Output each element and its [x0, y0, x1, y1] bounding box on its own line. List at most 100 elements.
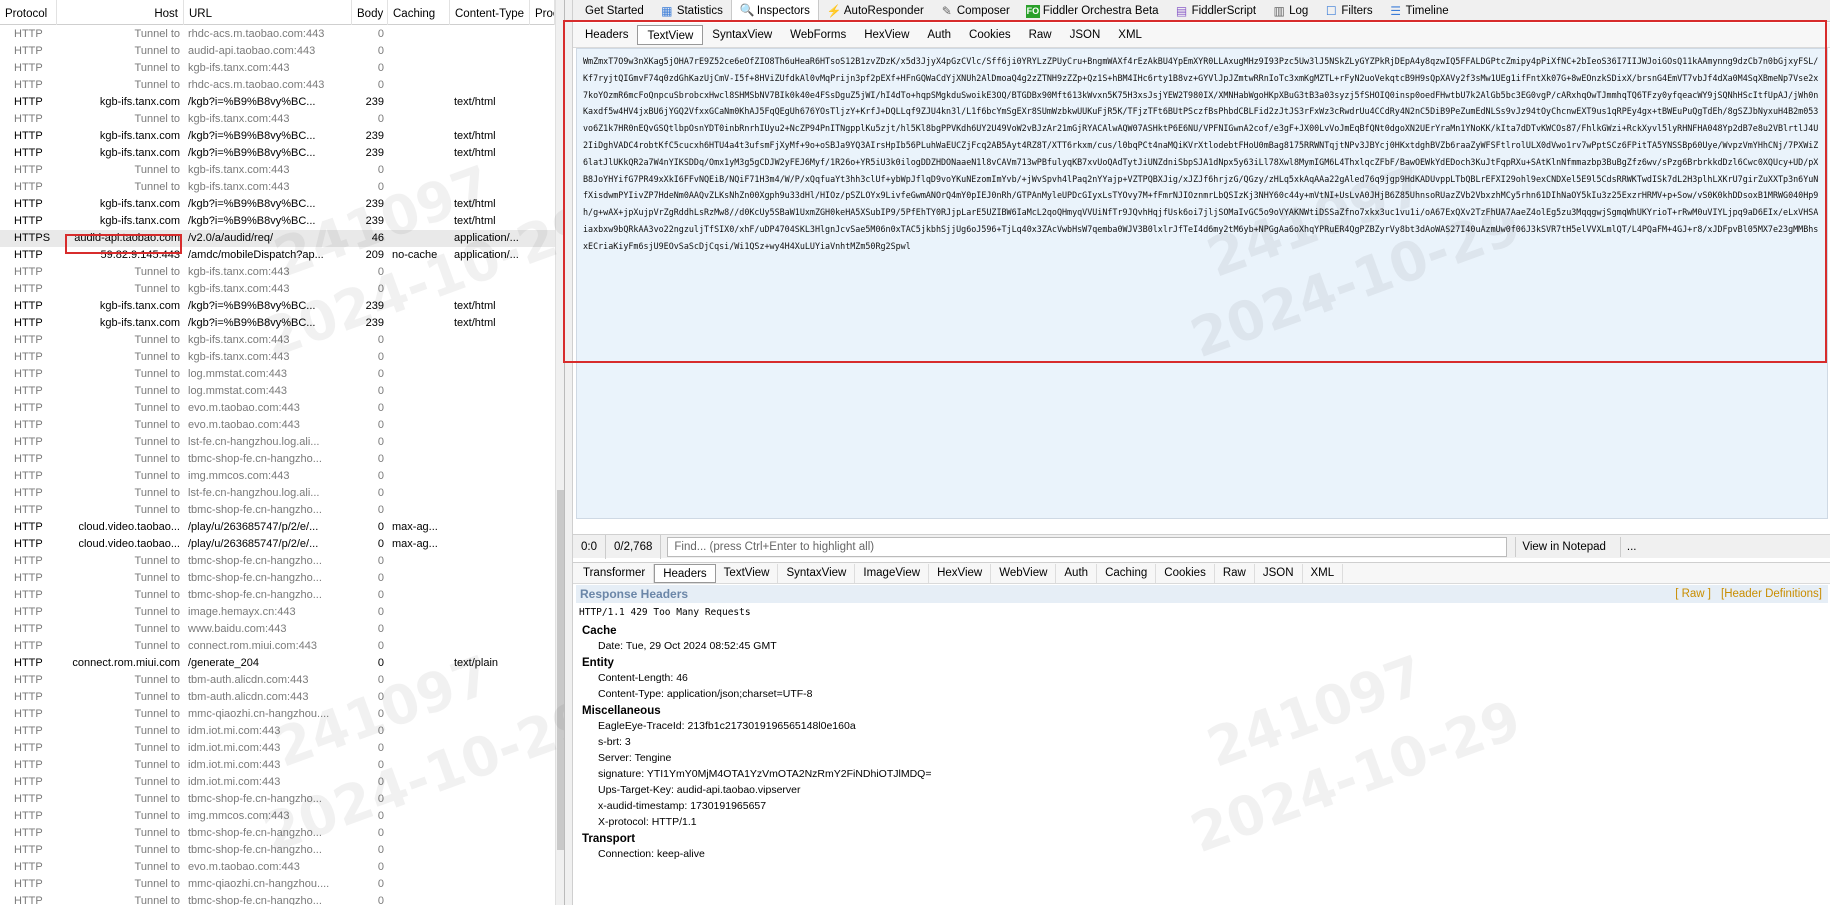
session-row[interactable]: HTTP kgb-ifs.tanx.com/kgb?i=%B9%B8vy%BC..… [0, 94, 555, 111]
response-tab-hexview[interactable]: HexView [929, 563, 992, 583]
response-tab-textview[interactable]: TextView [716, 563, 779, 583]
header-entry[interactable]: Date: Tue, 29 Oct 2024 08:52:45 GMT [576, 638, 1828, 654]
session-row[interactable]: HTTP cloud.video.taobao... /play/u/2636857… [0, 519, 555, 536]
session-row[interactable]: HTTP Tunnel to kgb-ifs.tanx.com:443 0 [0, 332, 555, 349]
column-header-proc[interactable]: Proc [530, 0, 555, 25]
session-row[interactable]: HTTP Tunnel to kgb-ifs.tanx.com:443 0 [0, 60, 555, 77]
session-row[interactable]: HTTP Tunnel to kgb-ifs.tanx.com:443 0 [0, 281, 555, 298]
session-row[interactable]: HTTP Tunnel to tbmc-shop-fe.cn-hangzho... 0 [0, 553, 555, 570]
session-row[interactable]: HTTP Tunnel to log.mmstat.com:443 0 [0, 383, 555, 400]
response-tab-webview[interactable]: WebView [991, 563, 1057, 583]
session-row[interactable]: HTTP Tunnel to idm.iot.mi.com:443 0 [0, 740, 555, 757]
request-tab-raw[interactable]: Raw [1020, 25, 1061, 45]
response-tab-syntaxview[interactable]: SyntaxView [778, 563, 856, 583]
header-group-title[interactable]: Entity [576, 654, 1828, 670]
tab-autoresponder[interactable]: ⚡ AutoResponder [819, 1, 932, 21]
session-row[interactable]: HTTP kgb-ifs.tanx.com/kgb?i=%B9%B8vy%BC..… [0, 213, 555, 230]
header-definitions-link[interactable]: [Header Definitions] [1721, 588, 1822, 600]
request-tab-webforms[interactable]: WebForms [781, 25, 855, 45]
session-row[interactable]: HTTP Tunnel to kgb-ifs.tanx.com:443 0 [0, 349, 555, 366]
session-row[interactable]: HTTP Tunnel to tbm-auth.alicdn.com:443 0 [0, 672, 555, 689]
session-row[interactable]: HTTP Tunnel to tbmc-shop-fe.cn-hangzho... 0 [0, 502, 555, 519]
session-row[interactable]: HTTP Tunnel to img.mmcos.com:443 0 [0, 468, 555, 485]
tab-composer[interactable]: ✎ Composer [932, 1, 1018, 21]
tab-log[interactable]: ▥ Log [1264, 1, 1316, 21]
header-entry[interactable]: Ups-Target-Key: audid-api.taobao.vipserv… [576, 782, 1828, 798]
session-row[interactable]: HTTP Tunnel to www.baidu.com:443 0 [0, 621, 555, 638]
session-list-scrollbar[interactable] [555, 0, 564, 905]
column-header-caching[interactable]: Caching [388, 0, 450, 25]
response-tab-cookies[interactable]: Cookies [1156, 563, 1215, 583]
session-row[interactable]: HTTP Tunnel to tbmc-shop-fe.cn-hangzho... 0 [0, 791, 555, 808]
header-group-title[interactable]: Miscellaneous [576, 702, 1828, 718]
column-header-host[interactable]: Host [57, 0, 184, 25]
session-row[interactable]: HTTP Tunnel to kgb-ifs.tanx.com:443 0 [0, 179, 555, 196]
session-row[interactable]: HTTP Tunnel to tbmc-shop-fe.cn-hangzho... 0 [0, 587, 555, 604]
session-row[interactable]: HTTP kgb-ifs.tanx.com/kgb?i=%B9%B8vy%BC..… [0, 315, 555, 332]
column-header-content-type[interactable]: Content-Type [450, 0, 530, 25]
session-row[interactable]: HTTP kgb-ifs.tanx.com/kgb?i=%B9%B8vy%BC..… [0, 145, 555, 162]
request-textview[interactable]: WmZmxT7O9w3nXKag5jOHA7rE9Z52ce6eOfZIO8Th… [576, 48, 1828, 519]
header-entry[interactable]: s-brt: 3 [576, 734, 1828, 750]
response-tab-xml[interactable]: XML [1303, 563, 1344, 583]
response-tab-caching[interactable]: Caching [1097, 563, 1157, 583]
header-entry[interactable]: Connection: keep-alive [576, 846, 1828, 862]
find-input[interactable]: Find... (press Ctrl+Enter to highlight a… [667, 536, 1508, 557]
tab-fiddler-orchestra-beta[interactable]: FO Fiddler Orchestra Beta [1018, 1, 1167, 21]
response-tab-headers[interactable]: Headers [654, 563, 716, 583]
session-row[interactable]: HTTP kgb-ifs.tanx.com/kgb?i=%B9%B8vy%BC..… [0, 196, 555, 213]
session-row[interactable]: HTTP Tunnel to image.hemayx.cn:443 0 [0, 604, 555, 621]
session-row[interactable]: HTTP Tunnel to kgb-ifs.tanx.com:443 0 [0, 162, 555, 179]
request-tab-hexview[interactable]: HexView [855, 25, 918, 45]
session-row[interactable]: HTTP kgb-ifs.tanx.com/kgb?i=%B9%B8vy%BC..… [0, 298, 555, 315]
header-entry[interactable]: EagleEye-TraceId: 213fb1c217301919656514… [576, 718, 1828, 734]
session-row[interactable]: HTTP Tunnel to evo.m.taobao.com:443 0 [0, 400, 555, 417]
session-row[interactable]: HTTP Tunnel to mmc-qiaozhi.cn-hangzhou....… [0, 876, 555, 893]
header-group-title[interactable]: Cache [576, 622, 1828, 638]
request-tab-json[interactable]: JSON [1061, 25, 1110, 45]
session-row[interactable]: HTTP Tunnel to rhdc-acs.m.taobao.com:443 0 [0, 26, 555, 43]
session-row[interactable]: HTTP Tunnel to lst-fe.cn-hangzhou.log.ali.… [0, 485, 555, 502]
response-tab-transformer[interactable]: Transformer [575, 563, 655, 583]
response-tab-json[interactable]: JSON [1255, 563, 1303, 583]
response-tab-auth[interactable]: Auth [1056, 563, 1098, 583]
request-tab-auth[interactable]: Auth [918, 25, 960, 45]
response-tab-imageview[interactable]: ImageView [855, 563, 930, 583]
session-row[interactable]: HTTP Tunnel to mmc-qiaozhi.cn-hangzhou....… [0, 706, 555, 723]
request-tab-xml[interactable]: XML [1109, 25, 1151, 45]
tab-get-started[interactable]: Get Started [577, 1, 652, 21]
session-row[interactable]: HTTP Tunnel to connect.rom.miui.com:443 0 [0, 638, 555, 655]
session-row[interactable]: HTTP Tunnel to tbmc-shop-fe.cn-hangzho... 0 [0, 842, 555, 859]
session-row[interactable]: HTTP Tunnel to log.mmstat.com:443 0 [0, 366, 555, 383]
column-header-body[interactable]: Body [352, 0, 388, 25]
session-row[interactable]: HTTP Tunnel to lst-fe.cn-hangzhou.log.ali.… [0, 434, 555, 451]
session-row[interactable]: HTTP Tunnel to audid-api.taobao.com:443 0 [0, 43, 555, 60]
header-entry[interactable]: Content-Type: application/json;charset=U… [576, 686, 1828, 702]
request-tab-headers[interactable]: Headers [576, 25, 637, 45]
header-entry[interactable]: x-audid-timestamp: 1730191965657 [576, 798, 1828, 814]
session-row[interactable]: HTTP Tunnel to kgb-ifs.tanx.com:443 0 [0, 111, 555, 128]
request-tab-cookies[interactable]: Cookies [960, 25, 1020, 45]
session-row[interactable]: HTTP cloud.video.taobao... /play/u/2636857… [0, 536, 555, 553]
session-row[interactable]: HTTP Tunnel to rhdc-acs.m.taobao.com:443 0 [0, 77, 555, 94]
scrollbar-thumb[interactable] [557, 490, 564, 850]
request-tab-textview[interactable]: TextView [637, 25, 704, 45]
session-row[interactable]: HTTP Tunnel to tbmc-shop-fe.cn-hangzho... 0 [0, 893, 555, 905]
session-row[interactable]: HTTP Tunnel to tbm-auth.alicdn.com:443 0 [0, 689, 555, 706]
raw-link[interactable]: [ Raw ] [1675, 588, 1711, 600]
tab-fiddlerscript[interactable]: ▤ FiddlerScript [1167, 1, 1265, 21]
session-row[interactable]: HTTP Tunnel to evo.m.taobao.com:443 0 [0, 417, 555, 434]
session-row[interactable]: HTTP Tunnel to kgb-ifs.tanx.com:443 0 [0, 264, 555, 281]
session-row[interactable]: HTTP kgb-ifs.tanx.com/kgb?i=%B9%B8vy%BC..… [0, 128, 555, 145]
request-tab-syntaxview[interactable]: SyntaxView [703, 25, 781, 45]
panel-splitter[interactable] [565, 0, 573, 905]
header-entry[interactable]: X-protocol: HTTP/1.1 [576, 814, 1828, 830]
tab-timeline[interactable]: ☰ Timeline [1381, 1, 1457, 21]
column-header-protocol[interactable]: Protocol [0, 0, 57, 25]
session-row[interactable]: HTTP Tunnel to idm.iot.mi.com:443 0 [0, 757, 555, 774]
session-row[interactable]: HTTP Tunnel to tbmc-shop-fe.cn-hangzho... 0 [0, 451, 555, 468]
tab-inspectors[interactable]: 🔍 Inspectors [730, 0, 819, 21]
tab-statistics[interactable]: ▦ Statistics [652, 1, 731, 21]
session-row[interactable]: HTTP Tunnel to evo.m.taobao.com:443 0 [0, 859, 555, 876]
session-row[interactable]: HTTP Tunnel to img.mmcos.com:443 0 [0, 808, 555, 825]
